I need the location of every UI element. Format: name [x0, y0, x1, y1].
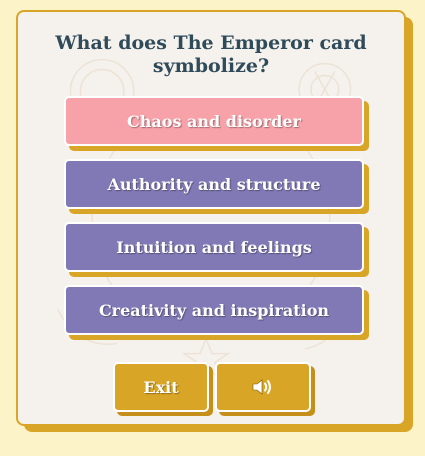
answer-option-2: Authority and structure: [64, 159, 369, 214]
sound-button-wrap: [215, 362, 315, 416]
exit-button-wrap: Exit: [113, 362, 213, 416]
answer-option-4: Creativity and inspiration: [64, 285, 369, 340]
answer-button-intuition[interactable]: Intuition and feelings: [64, 222, 364, 272]
answer-option-3: Intuition and feelings: [64, 222, 369, 277]
speaker-volume-icon: [252, 379, 271, 395]
sound-toggle-button[interactable]: [215, 362, 311, 412]
question-text: What does The Emperor card symbolize?: [55, 32, 367, 77]
answer-button-authority[interactable]: Authority and structure: [64, 159, 364, 209]
quiz-card: What does The Emperor card symbolize? Ch…: [16, 10, 406, 426]
answer-option-1: Chaos and disorder: [64, 96, 369, 151]
answer-button-creativity[interactable]: Creativity and inspiration: [64, 285, 364, 335]
answer-button-chaos[interactable]: Chaos and disorder: [64, 96, 364, 146]
exit-button[interactable]: Exit: [113, 362, 209, 412]
